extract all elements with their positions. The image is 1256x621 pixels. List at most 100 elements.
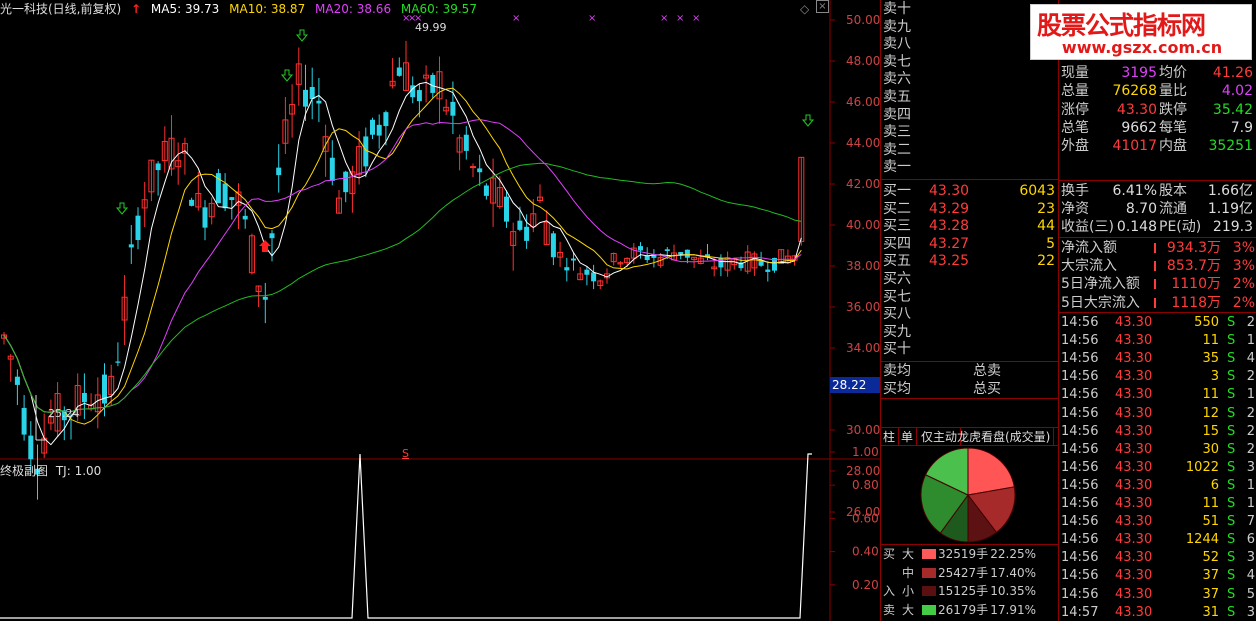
stat-key: 流通 <box>1159 201 1187 218</box>
price-axis-label: 38.00 <box>846 259 880 273</box>
flow-key: 5日大宗流入 <box>1061 294 1140 311</box>
tick-row: 14:56 43.30 1022 S 3 <box>1059 459 1256 477</box>
sell-level-label: 卖六 <box>883 71 911 88</box>
candle-body <box>678 252 684 255</box>
tick-time: 14:56 <box>1061 423 1099 439</box>
buy-level-price: 43.27 <box>929 235 970 252</box>
tab-3[interactable]: 龙虎看盘(成交量) <box>954 428 1055 446</box>
tick-count: 1 <box>1246 387 1255 403</box>
kline-svg[interactable]: 50.00 48.00 46.00 44.00 42.00 40.00 38.00 36.00… <box>0 0 880 621</box>
tick-side: S <box>1227 315 1236 330</box>
stat-value: 0.148 <box>1116 219 1157 236</box>
buy-level-price: 43.30 <box>929 183 970 199</box>
candle-body <box>14 376 20 385</box>
candle-body <box>564 267 570 271</box>
stat-row: 涨停 43.30 跌停 35.42 <box>1059 101 1256 119</box>
legend-percent: 22.25% <box>990 547 1036 561</box>
candle-body <box>21 407 27 435</box>
tick-count: 6 <box>1246 532 1255 548</box>
flow-value: 1118万 <box>1171 294 1221 311</box>
candle-body <box>477 168 483 173</box>
candle-body <box>571 258 576 261</box>
price-axis-label: 30.00 <box>846 423 880 437</box>
tick-side: S <box>1227 550 1236 566</box>
candle-body <box>81 392 87 403</box>
tick-side: S <box>1227 441 1236 457</box>
flow-row: 5日大宗流入 1118万 2% <box>1059 294 1256 312</box>
stat-value: 3195 <box>1121 65 1157 82</box>
buy-level-volume: 6043 <box>1019 183 1055 199</box>
stat-value: 1.19亿 <box>1207 201 1253 218</box>
ma20-label: MA20: 38.66 <box>315 2 392 16</box>
stat-value: 41.26 <box>1212 65 1253 82</box>
kline-chart-area[interactable]: 50.00 48.00 46.00 44.00 42.00 40.00 38.00 36.00… <box>0 0 880 621</box>
tick-time: 14:56 <box>1061 477 1099 493</box>
candle-body <box>765 269 771 272</box>
tick-volume: 15 <box>1202 423 1219 439</box>
stat-key: 跌停 <box>1159 101 1187 118</box>
tick-volume: 30 <box>1202 441 1219 457</box>
buy-level-row: 买九 <box>881 323 1059 341</box>
price-axis-label: 42.00 <box>846 177 880 191</box>
candle-body <box>229 197 235 201</box>
tick-price: 43.30 <box>1115 369 1153 385</box>
candle-body <box>450 101 456 116</box>
tab-0[interactable]: 柱 <box>880 428 900 446</box>
stat-key: 换手 <box>1061 183 1089 199</box>
tab-1[interactable]: 单 <box>898 428 918 446</box>
order-flow-pie <box>920 447 1016 543</box>
legend-percent: 17.40% <box>990 565 1036 580</box>
tick-count: 5 <box>1246 586 1255 602</box>
flow-bar <box>1154 243 1156 253</box>
tick-count: 3 <box>1246 604 1255 620</box>
candle-body <box>416 90 422 102</box>
candle-body <box>591 272 597 282</box>
flow-bar <box>1154 297 1156 308</box>
tick-row: 14:56 43.30 37 S 4 <box>1059 567 1256 585</box>
tick-row: 14:56 43.30 11 S 1 <box>1059 495 1256 513</box>
tick-volume: 1244 <box>1185 532 1219 548</box>
legend-side: 卖 <box>883 602 896 617</box>
tick-count: 2 <box>1246 441 1255 457</box>
tick-count: 2 <box>1246 405 1255 421</box>
candle-body <box>644 255 650 261</box>
flow-row: 净流入额 934.3万 3% <box>1059 239 1256 257</box>
tick-time: 14:56 <box>1061 441 1099 457</box>
order-book-divider <box>881 398 1059 399</box>
tick-price: 43.30 <box>1115 586 1153 602</box>
candle-body <box>128 244 134 248</box>
flow-row: 5日净流入额 1110万 2% <box>1059 275 1256 293</box>
tick-row: 14:56 43.30 15 S 2 <box>1059 423 1256 441</box>
tick-time: 14:56 <box>1061 315 1099 330</box>
buy-level-price: 43.29 <box>929 200 970 217</box>
candle-body <box>28 435 34 460</box>
stat-value: 76268 <box>1112 83 1157 100</box>
price-axis-label: 44.00 <box>846 136 880 150</box>
candle-body <box>222 183 228 209</box>
candle-body <box>550 233 556 258</box>
tick-volume: 1022 <box>1185 459 1219 475</box>
tick-side: S <box>1227 423 1236 439</box>
tick-volume: 51 <box>1202 514 1219 530</box>
x-marker-icon: × <box>512 13 520 24</box>
buy-level-row: 买十 <box>881 340 1059 358</box>
stat-value: 9662 <box>1121 119 1157 136</box>
candle-body <box>376 124 382 136</box>
buy-level-volume: 23 <box>1037 200 1055 217</box>
legend-size: 大 <box>902 547 915 561</box>
sell-level-label: 卖四 <box>883 106 911 123</box>
stat-row: 外盘 41017 内盘 35251 <box>1059 137 1256 155</box>
price-axis-label: 40.00 <box>846 218 880 232</box>
buy-level-row: 买六 <box>881 270 1059 288</box>
buy-level-row: 买八 <box>881 305 1059 323</box>
tick-row: 14:56 43.30 12 S 2 <box>1059 405 1256 423</box>
candle-body <box>262 296 268 300</box>
stat-key: PE(动) <box>1159 219 1202 236</box>
collapse-icon[interactable]: ◇ <box>800 2 809 16</box>
tick-time: 14:56 <box>1061 333 1099 349</box>
avg-buy-row: 买均 总买 <box>881 380 1059 398</box>
up-arrow-icon: ↑ <box>131 2 142 16</box>
sell-signal-arrow-icon <box>801 114 815 127</box>
close-icon[interactable]: × <box>816 0 829 13</box>
tick-side: S <box>1227 568 1236 584</box>
